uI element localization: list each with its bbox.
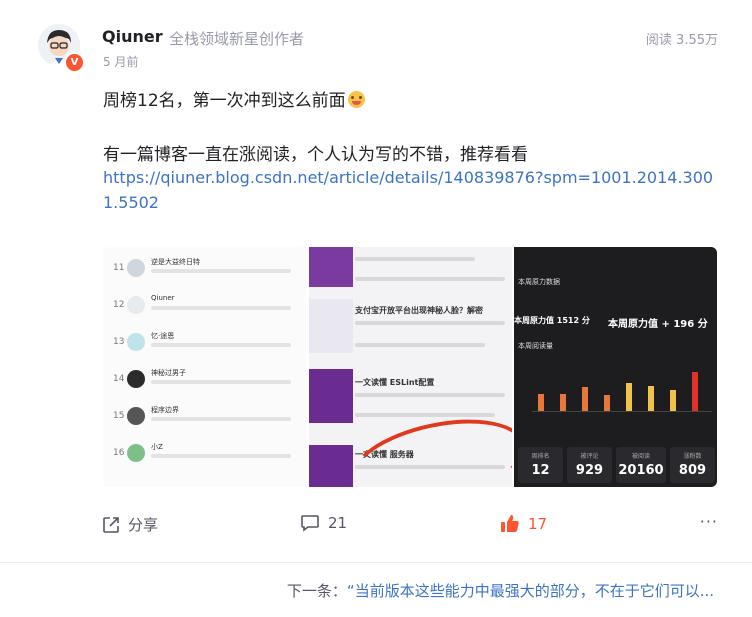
rank-number: 13: [113, 337, 125, 347]
rank-name: Qiuner: [151, 294, 175, 302]
post-thumbnail: [309, 369, 353, 423]
comment-count: 21: [328, 514, 348, 532]
share-button[interactable]: 分享: [102, 514, 158, 535]
rank-name: 神秘过男子: [151, 369, 186, 377]
comment-button[interactable]: 21: [300, 514, 347, 532]
rank-number: 14: [113, 374, 125, 384]
ranking-row: 15 程序边界: [103, 401, 306, 437]
avatar: [127, 333, 145, 351]
rank-number: 16: [113, 448, 125, 458]
reads-bar: [626, 383, 632, 411]
post-thumbnail: [309, 445, 353, 487]
grinning-emoji-icon: [347, 91, 365, 108]
post-meta: [355, 413, 495, 417]
rank-name: 程序边界: [151, 406, 179, 414]
reads-title: 本周阅读量: [518, 342, 553, 350]
verified-badge-icon: V: [64, 52, 85, 73]
read-count: 阅读 3.55万: [645, 33, 718, 48]
stat-reads: 被阅读 20160: [616, 447, 666, 483]
post-text-line2: 有一篇博客一直在涨阅读，个人认为写的不错，推荐看看: [103, 145, 528, 165]
rank-meta: [151, 380, 291, 384]
reads-bar: [670, 390, 676, 411]
stat-new-fans: 涨粉数 809: [670, 447, 715, 483]
post-thumbnail: [309, 299, 353, 353]
stat-label: 被评论: [580, 453, 599, 460]
author-title: 全栈领域新星创作者: [169, 30, 305, 48]
stat-label: 涨粉数: [683, 453, 702, 460]
post-meta: [355, 343, 485, 347]
rank-number: 11: [113, 263, 125, 273]
rank-meta: [151, 269, 291, 273]
post-thumbnail: [309, 247, 353, 287]
share-icon: [103, 516, 119, 533]
ranking-row: 11 逆是大益终日特: [103, 253, 306, 289]
rank-meta: [151, 343, 291, 347]
dashboard-score: 本周原力值 1512 分: [514, 316, 590, 325]
ranking-row: 12 Qiuner: [103, 290, 306, 326]
post-meta: [355, 257, 475, 261]
avatar: [127, 259, 145, 277]
stat-weekly-rank: 周排名 12: [518, 447, 563, 483]
stats-dashboard-screenshot[interactable]: 本周原力数据 本周原力值 1512 分 本周原力值 + 196 分 本周阅读量 …: [514, 247, 717, 487]
rank-number: 15: [113, 411, 125, 421]
next-label: 下一条：: [286, 582, 347, 600]
post-time: 5 月前: [103, 55, 139, 69]
post-text: 周榜12名，第一次冲到这么前面: [103, 91, 346, 111]
author-name[interactable]: Qiuner: [102, 27, 163, 46]
stat-value: 929: [575, 463, 604, 478]
ranking-row: 14 神秘过男子: [103, 364, 306, 400]
reads-bar: [582, 387, 588, 411]
next-post[interactable]: 下一条：“当前版本这些能力中最强大的部分，不在于它们可以...: [287, 580, 714, 601]
avatar: [127, 444, 145, 462]
rank-name: 忆·途恩: [151, 332, 175, 340]
rank-meta: [151, 454, 291, 458]
article-link[interactable]: https://qiuner.blog.csdn.net/article/det…: [103, 165, 723, 215]
blog-list-screenshot[interactable]: 支付宝开放平台出现神秘人脸？解密 一文读懂 ESLint配置 一文读懂 服务器: [309, 247, 512, 487]
rank-name: 小Z: [151, 443, 163, 451]
post-meta: [355, 393, 505, 397]
share-label: 分享: [128, 516, 159, 534]
post-text-line1: 周榜12名，第一次冲到这么前面: [103, 86, 365, 111]
post-title: 支付宝开放平台出现神秘人脸？解密: [355, 306, 483, 315]
image-grid: 11 逆是大益终日特 12 Qiuner 13 忆·途恩 14 神秘过男子 15…: [103, 247, 717, 487]
avatar: [127, 370, 145, 388]
dashboard-header: 本周原力数据: [518, 278, 560, 286]
rank-meta: [151, 306, 291, 310]
divider: [0, 562, 752, 563]
rank-meta: [151, 417, 291, 421]
highlight-circle: [342, 405, 512, 487]
reads-bar: [560, 394, 566, 411]
like-count: 17: [528, 514, 548, 533]
stat-comments: 被评论 929: [567, 447, 612, 483]
stat-value: 20160: [618, 463, 664, 478]
thumbs-up-icon: [501, 515, 519, 532]
rank-number: 12: [113, 300, 125, 310]
reads-bar: [538, 394, 544, 411]
reads-bar: [604, 395, 610, 411]
like-button[interactable]: 17: [500, 514, 547, 533]
post-card: V Qiuner 全栈领域新星创作者 5 月前 阅读 3.55万 周榜12名，第…: [0, 0, 752, 560]
ranking-row: 16 小Z: [103, 438, 306, 474]
avatar: [127, 407, 145, 425]
more-options-icon[interactable]: ···: [700, 512, 718, 531]
avatar: [127, 296, 145, 314]
stat-value: 12: [531, 463, 550, 478]
stat-label: 被阅读: [631, 453, 650, 460]
post-meta: [355, 321, 505, 325]
ranking-row: 13 忆·途恩: [103, 327, 306, 363]
comment-icon: [301, 515, 319, 532]
stat-label: 周排名: [531, 453, 550, 460]
next-post-link[interactable]: “当前版本这些能力中最强大的部分，不在于它们可以...: [347, 582, 714, 600]
stat-value: 809: [678, 463, 707, 478]
reads-bar-chart: [532, 365, 712, 412]
dashboard-score-gain: 本周原力值 + 196 分: [608, 319, 708, 330]
reads-bar: [648, 386, 654, 411]
rank-name: 逆是大益终日特: [151, 258, 200, 266]
post-meta: [355, 277, 505, 281]
post-title: 一文读懂 ESLint配置: [355, 378, 435, 387]
reads-bar: [692, 372, 698, 411]
ranking-screenshot[interactable]: 11 逆是大益终日特 12 Qiuner 13 忆·途恩 14 神秘过男子 15…: [103, 247, 306, 487]
